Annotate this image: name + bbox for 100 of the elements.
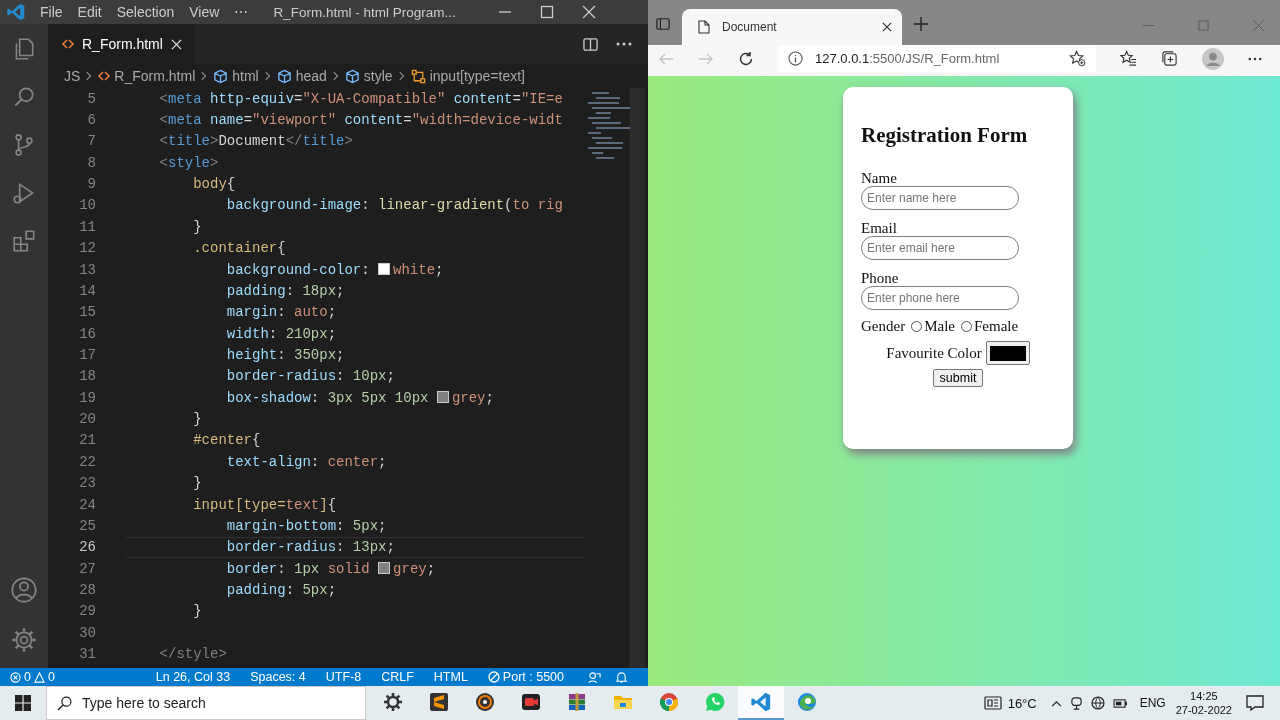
address-bar[interactable]: 127.0.0.1:5500/JS/R_Form.html <box>778 45 1096 72</box>
battery-icon[interactable] <box>1112 697 1128 709</box>
field-label: Phone <box>861 270 900 286</box>
breadcrumb-item[interactable]: html <box>213 68 259 84</box>
code-line: border-radius: 13px; <box>225 539 395 556</box>
scrollbar[interactable] <box>630 88 645 668</box>
code-line: <title>Document</title> <box>158 133 353 150</box>
chevron-icon <box>264 71 271 81</box>
chevron-icon <box>201 71 208 81</box>
menu-item[interactable]: File <box>40 4 63 20</box>
breadcrumb-item[interactable]: input[type=text] <box>410 68 525 84</box>
line-number: 5 <box>86 90 96 107</box>
radio-label[interactable]: Female <box>974 318 1019 335</box>
extensions-icon[interactable] <box>11 228 37 254</box>
code-line: height: 350px; <box>225 347 345 363</box>
breadcrumb-item[interactable]: head <box>276 68 327 84</box>
editor-icon <box>429 692 449 712</box>
search-field[interactable]: Type here to search <box>46 686 366 720</box>
menu-item[interactable]: Edit <box>77 4 102 20</box>
info-icon <box>788 51 803 66</box>
account-icon[interactable] <box>10 576 38 604</box>
notification-icon[interactable] <box>1246 694 1264 712</box>
menu-item[interactable]: View <box>189 4 220 20</box>
profile-avatar-icon[interactable] <box>1202 47 1224 70</box>
menu-item[interactable]: Selection <box>116 4 175 20</box>
cube-icon <box>213 68 229 84</box>
caret-up-icon[interactable] <box>1050 699 1062 707</box>
problems-status[interactable]: 0 0 <box>10 670 55 684</box>
menu-item[interactable]: ⋯ <box>234 4 249 20</box>
line-number: 22 <box>78 453 96 470</box>
bell-icon[interactable] <box>615 670 628 684</box>
refresh-icon[interactable] <box>738 50 754 67</box>
more-icon[interactable] <box>1248 56 1262 61</box>
status-item[interactable]: Spaces: 4 <box>250 670 306 684</box>
code-line: background-image: linear-gradient(to rig <box>225 197 563 214</box>
line-number: 8 <box>86 154 96 171</box>
code-line: padding: 5px; <box>225 581 337 598</box>
weather-icon[interactable] <box>983 696 1002 710</box>
text-field[interactable]: Enter phone here <box>861 286 1019 310</box>
status-item[interactable]: Ln 26, Col 33 <box>155 670 231 684</box>
line-number: 30 <box>78 624 96 641</box>
editor-tab[interactable]: R_Form.html <box>48 24 194 64</box>
line-number: 27 <box>78 560 96 577</box>
gear-icon <box>383 692 403 712</box>
add-favorite-icon[interactable] <box>1069 50 1086 67</box>
status-item[interactable]: UTF-8 <box>325 670 362 684</box>
temperature-text[interactable]: 16°C <box>1007 695 1037 711</box>
favorites-icon[interactable] <box>1120 50 1137 67</box>
text-field[interactable]: Enter name here <box>861 186 1019 210</box>
browser-tab[interactable]: Document <box>682 9 902 45</box>
status-item[interactable]: HTML <box>433 670 468 684</box>
line-number: 25 <box>78 517 96 534</box>
code-line: input[type=text]{ <box>192 496 337 513</box>
rule-icon <box>410 68 426 84</box>
color-picker[interactable] <box>985 341 1030 365</box>
code-line: margin: auto; <box>225 304 337 321</box>
split-editor-icon[interactable] <box>583 36 598 52</box>
field-label: Gender <box>861 318 906 335</box>
code-line: <meta name="viewport" content="width=device-widt <box>158 112 563 129</box>
language-indicator[interactable]: ENG <box>1139 696 1166 710</box>
meet-icon[interactable] <box>1069 696 1083 710</box>
close-icon[interactable] <box>882 22 892 32</box>
new-tab-icon[interactable] <box>914 17 928 31</box>
breadcrumb-item[interactable]: R_Form.html <box>98 68 196 84</box>
start-icon[interactable] <box>15 695 31 711</box>
feedback-icon[interactable] <box>588 670 601 684</box>
line-number: 12 <box>78 240 96 257</box>
app-logo-icon <box>6 2 26 22</box>
globe-icon[interactable] <box>1090 696 1105 710</box>
error-icon <box>10 671 21 683</box>
code-line: <style> <box>158 154 219 171</box>
status-item[interactable]: CRLF <box>381 670 414 684</box>
line-number: 6 <box>86 112 96 129</box>
code-line: <meta http-equiv="X-UA-Compatible" content="IE=e <box>158 90 563 107</box>
line-number: 19 <box>78 389 96 406</box>
more-icon[interactable] <box>616 42 632 46</box>
clock[interactable]: 14:25 27-02-2022 <box>1175 689 1232 717</box>
line-number: 16 <box>78 325 96 342</box>
page-icon <box>698 20 710 34</box>
browser-icon <box>659 692 679 712</box>
breadcrumb-item[interactable]: JS <box>64 68 81 84</box>
text-field[interactable]: Enter email here <box>861 236 1019 260</box>
code-line: padding: 18px; <box>225 282 345 299</box>
line-number: 31 <box>78 646 96 662</box>
line-number: 11 <box>78 218 96 235</box>
camera-icon <box>521 692 541 712</box>
line-number: 10 <box>78 197 96 214</box>
code-line: text-align: center; <box>225 453 387 470</box>
code-line: </style> <box>158 646 227 662</box>
collections-icon[interactable] <box>1161 50 1178 67</box>
breadcrumb-item[interactable]: style <box>344 68 393 84</box>
settings-icon[interactable] <box>10 626 38 654</box>
tab-actions-icon[interactable] <box>656 17 670 31</box>
browser-icon <box>797 692 817 712</box>
window-title: R_Form.html - html Program... <box>273 4 456 20</box>
submit-button[interactable]: submit <box>932 369 984 387</box>
line-number: 26 <box>78 539 96 556</box>
code-line: } <box>192 411 202 428</box>
radio-label[interactable]: Male <box>924 318 955 335</box>
port-status[interactable]: Port : 5500 <box>487 670 564 684</box>
